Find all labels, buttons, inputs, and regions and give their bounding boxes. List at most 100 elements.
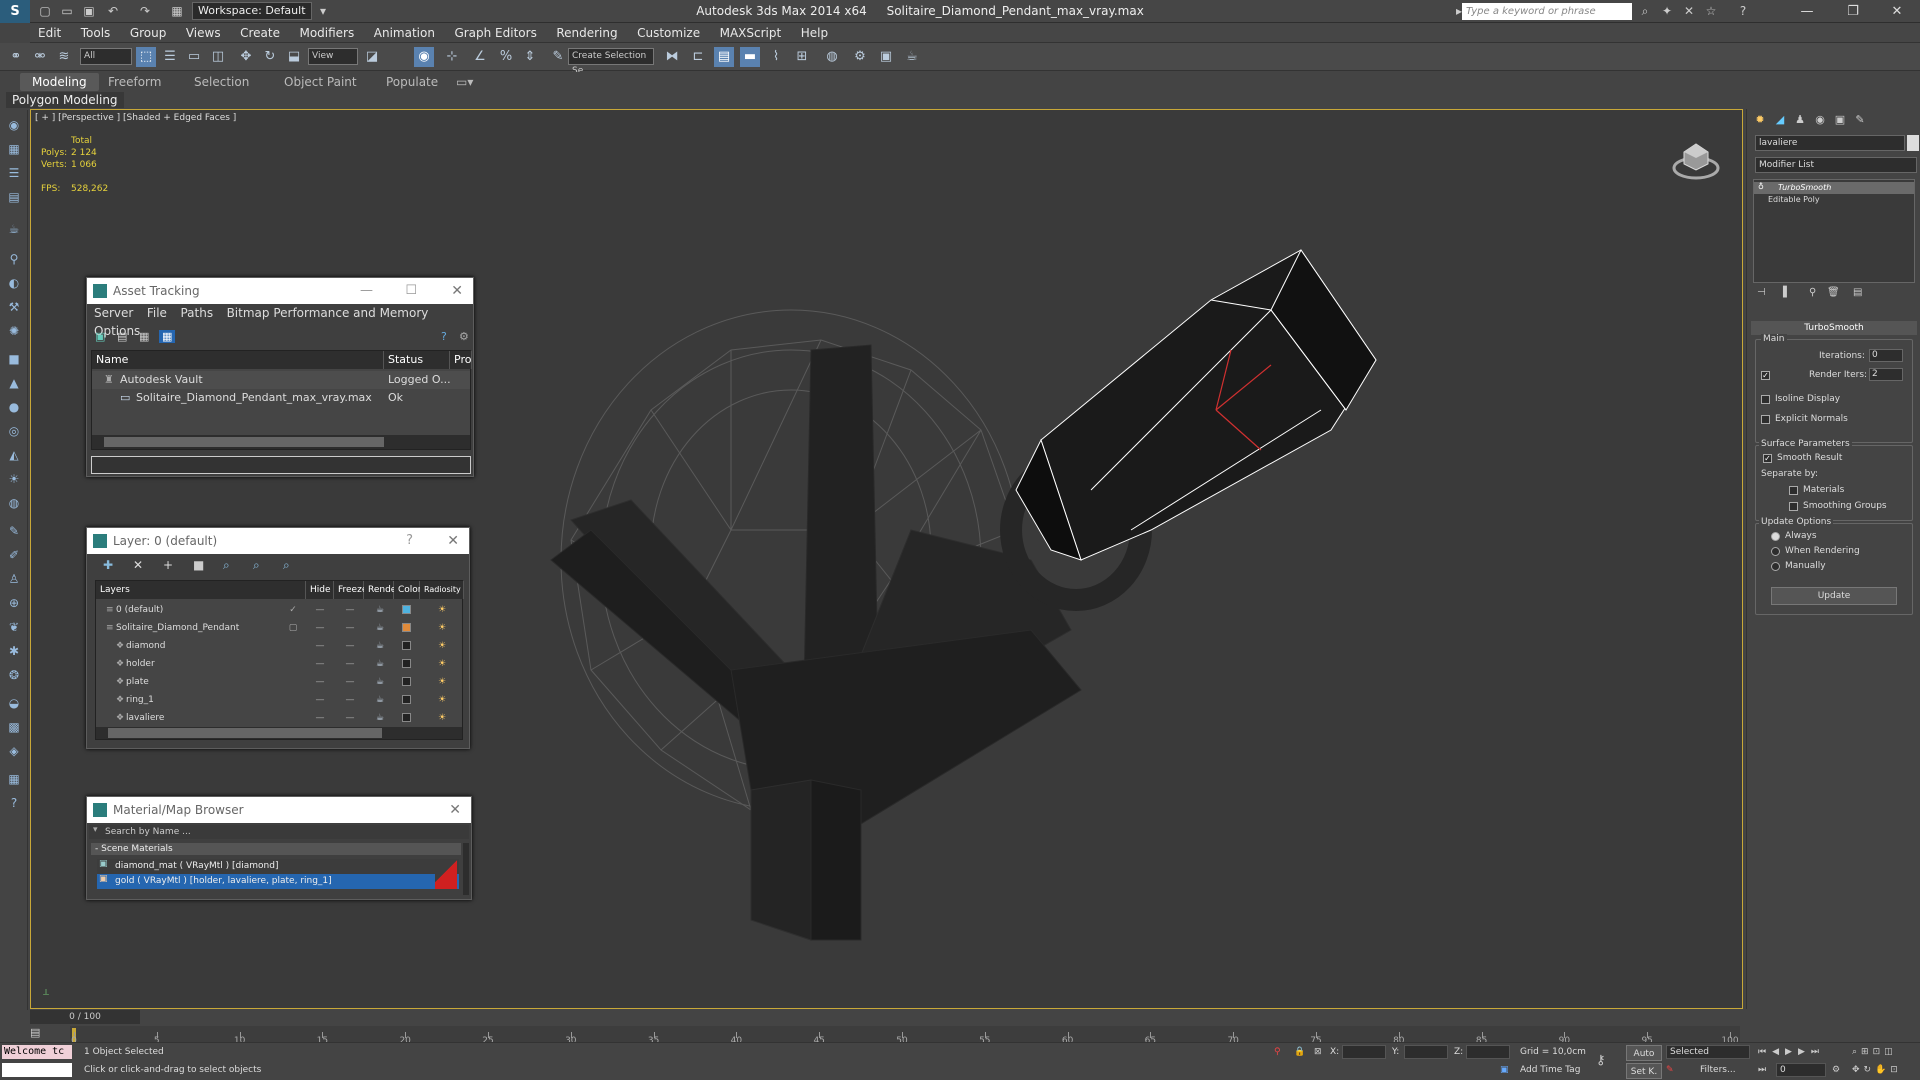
configure-sets-icon[interactable]: ▤ xyxy=(1853,287,1862,298)
utility-icon[interactable]: ⚒ xyxy=(5,298,23,316)
camera-icon[interactable]: ◉ xyxy=(5,116,23,134)
current-layer-icon[interactable]: ✓ xyxy=(286,601,300,619)
fur-icon[interactable]: ✱ xyxy=(5,642,23,660)
absolute-mode-icon[interactable]: ⊠ xyxy=(1314,1047,1322,1057)
auto-key-button[interactable]: Auto xyxy=(1626,1045,1662,1061)
set-key-button[interactable]: Set K. xyxy=(1626,1063,1662,1079)
table-row[interactable]: ▭ Solitaire_Diamond_Pendant_max_vray.max… xyxy=(92,389,470,407)
render-iters-spinner[interactable]: 2 xyxy=(1869,368,1903,381)
menu-paths[interactable]: Paths xyxy=(175,304,218,322)
freeze-toggle[interactable]: — xyxy=(340,619,360,637)
app-logo-icon[interactable]: S xyxy=(0,0,30,23)
render-teapot-icon[interactable]: ☕ xyxy=(370,673,390,691)
hide-toggle[interactable]: — xyxy=(310,601,330,619)
hide-toggle[interactable]: — xyxy=(310,691,330,709)
toggle-ribbon-icon[interactable]: ▬ xyxy=(740,47,760,67)
create-tab-icon[interactable]: ✹ xyxy=(1751,112,1769,128)
hierarchy-icon[interactable]: ⚲ xyxy=(5,250,23,268)
render-teapot-icon[interactable]: ☕ xyxy=(370,709,390,727)
material-search-input[interactable]: Search by Name ... xyxy=(89,825,469,839)
freeze-toggle[interactable]: — xyxy=(340,709,360,727)
material-item-gold[interactable]: gold ( VRayMtl ) [holder, lavaliere, pla… xyxy=(97,874,459,889)
menu-views[interactable]: Views xyxy=(178,23,229,43)
pin-stack-icon[interactable]: ⊣ xyxy=(1757,287,1766,298)
selection-filter-dropdown[interactable]: All xyxy=(80,48,132,65)
layer-color-swatch[interactable] xyxy=(402,677,411,686)
subscription-icon[interactable]: ✦ xyxy=(1658,3,1676,19)
open-file-icon[interactable]: ▭ xyxy=(58,3,76,19)
freeze-toggle[interactable]: — xyxy=(340,637,360,655)
radiosity-icon[interactable]: ☀ xyxy=(432,691,452,709)
mirror-icon[interactable]: ⧓ xyxy=(662,47,682,67)
chevron-down-icon[interactable]: ▾ xyxy=(314,3,332,19)
freeze-toggle[interactable]: — xyxy=(340,691,360,709)
tab-freeform[interactable]: Freeform xyxy=(96,73,173,91)
set-key-icon[interactable]: ✎ xyxy=(1666,1065,1674,1075)
render-teapot-icon[interactable]: ☕ xyxy=(902,47,922,67)
teapot-icon[interactable]: ☕ xyxy=(5,220,23,238)
explicit-normals-checkbox[interactable] xyxy=(1761,415,1770,424)
grid-icon[interactable]: ▤ xyxy=(5,188,23,206)
scale-icon[interactable]: ⬓ xyxy=(284,47,304,67)
brush-icon[interactable]: ✐ xyxy=(5,546,23,564)
light-icon[interactable]: ✺ xyxy=(5,322,23,340)
rectangular-selection-icon[interactable]: ▭ xyxy=(184,47,204,67)
horizontal-scrollbar[interactable] xyxy=(92,435,470,449)
current-frame-field[interactable]: 0 xyxy=(1776,1063,1826,1077)
edit-named-selection-icon[interactable]: ✎ xyxy=(548,47,568,67)
render-teapot-icon[interactable]: ☕ xyxy=(370,619,390,637)
x-coordinate-field[interactable] xyxy=(1342,1045,1386,1059)
maximize-icon[interactable]: ☐ xyxy=(405,278,417,304)
remove-modifier-icon[interactable]: 🗑 xyxy=(1827,287,1840,298)
ribbon-options-icon[interactable]: ▭▾ xyxy=(450,73,479,91)
radiosity-icon[interactable]: ☀ xyxy=(432,619,452,637)
help-circle-icon[interactable]: ? xyxy=(5,794,23,812)
playback-controls[interactable]: ⏮◀▶▶⏭ xyxy=(1758,1047,1825,1057)
layer-row[interactable]: ❖ plate — — ☕ ☀ xyxy=(96,673,462,691)
materials-checkbox[interactable] xyxy=(1789,486,1798,495)
modifier-list-dropdown[interactable]: Modifier List xyxy=(1755,157,1917,173)
hide-all-icon[interactable]: ⌕ xyxy=(253,558,260,573)
torus-icon[interactable]: ◎ xyxy=(5,422,23,440)
freeze-toggle[interactable]: — xyxy=(340,673,360,691)
sphere-icon[interactable]: ● xyxy=(5,398,23,416)
menu-group[interactable]: Group xyxy=(122,23,175,43)
lock-selection-icon[interactable]: 🔒 xyxy=(1294,1047,1305,1057)
sun-icon[interactable]: ☀ xyxy=(5,470,23,488)
freeze-toggle[interactable]: — xyxy=(340,655,360,673)
modify-tab-icon[interactable]: ◢ xyxy=(1771,112,1789,128)
smooth-result-checkbox[interactable]: ✓ xyxy=(1763,454,1772,463)
menu-rendering[interactable]: Rendering xyxy=(548,23,625,43)
earth-icon[interactable]: ◒ xyxy=(5,694,23,712)
layer-color-swatch[interactable] xyxy=(402,605,411,614)
column-pro[interactable]: Pro xyxy=(450,351,472,369)
schematic-view-icon[interactable]: ⊞ xyxy=(792,47,812,67)
tab-modeling[interactable]: Modeling xyxy=(20,73,99,91)
object-color-swatch[interactable] xyxy=(1907,135,1919,151)
update-button[interactable]: Update xyxy=(1771,587,1897,605)
layer-row[interactable]: ❖ ring_1 — — ☕ ☀ xyxy=(96,691,462,709)
globe-icon[interactable]: ⊕ xyxy=(5,594,23,612)
key-icon[interactable]: ⚷ xyxy=(1596,1053,1606,1068)
unlink-icon[interactable]: ⚮ xyxy=(30,47,50,67)
table-row[interactable]: ♜ Autodesk Vault Logged O... xyxy=(92,371,470,389)
settings-icon[interactable]: ▦ xyxy=(5,770,23,788)
make-unique-icon[interactable]: ⚲ xyxy=(1809,287,1816,298)
hide-toggle[interactable]: — xyxy=(310,673,330,691)
undo-icon[interactable]: ↶ xyxy=(104,3,122,19)
maxscript-listener[interactable]: Welcome tc xyxy=(2,1045,72,1059)
angle-snap-icon[interactable]: ∠ xyxy=(470,47,490,67)
menu-tools[interactable]: Tools xyxy=(73,23,119,43)
window-crossing-icon[interactable]: ◫ xyxy=(208,47,228,67)
motion-tab-icon[interactable]: ◉ xyxy=(1811,112,1829,128)
layers-icon[interactable]: ☰ xyxy=(5,164,23,182)
menu-modifiers[interactable]: Modifiers xyxy=(291,23,362,43)
menu-help[interactable]: Help xyxy=(793,23,836,43)
favorites-icon[interactable]: ☆ xyxy=(1702,3,1720,19)
menu-file[interactable]: File xyxy=(142,304,172,322)
figure-icon[interactable]: ♙ xyxy=(5,570,23,588)
leaf-icon[interactable]: ❦ xyxy=(5,618,23,636)
new-file-icon[interactable]: ▢ xyxy=(36,3,54,19)
help-icon[interactable]: ? xyxy=(441,330,447,343)
snap-toggle-icon[interactable]: ⊹ xyxy=(442,47,462,67)
